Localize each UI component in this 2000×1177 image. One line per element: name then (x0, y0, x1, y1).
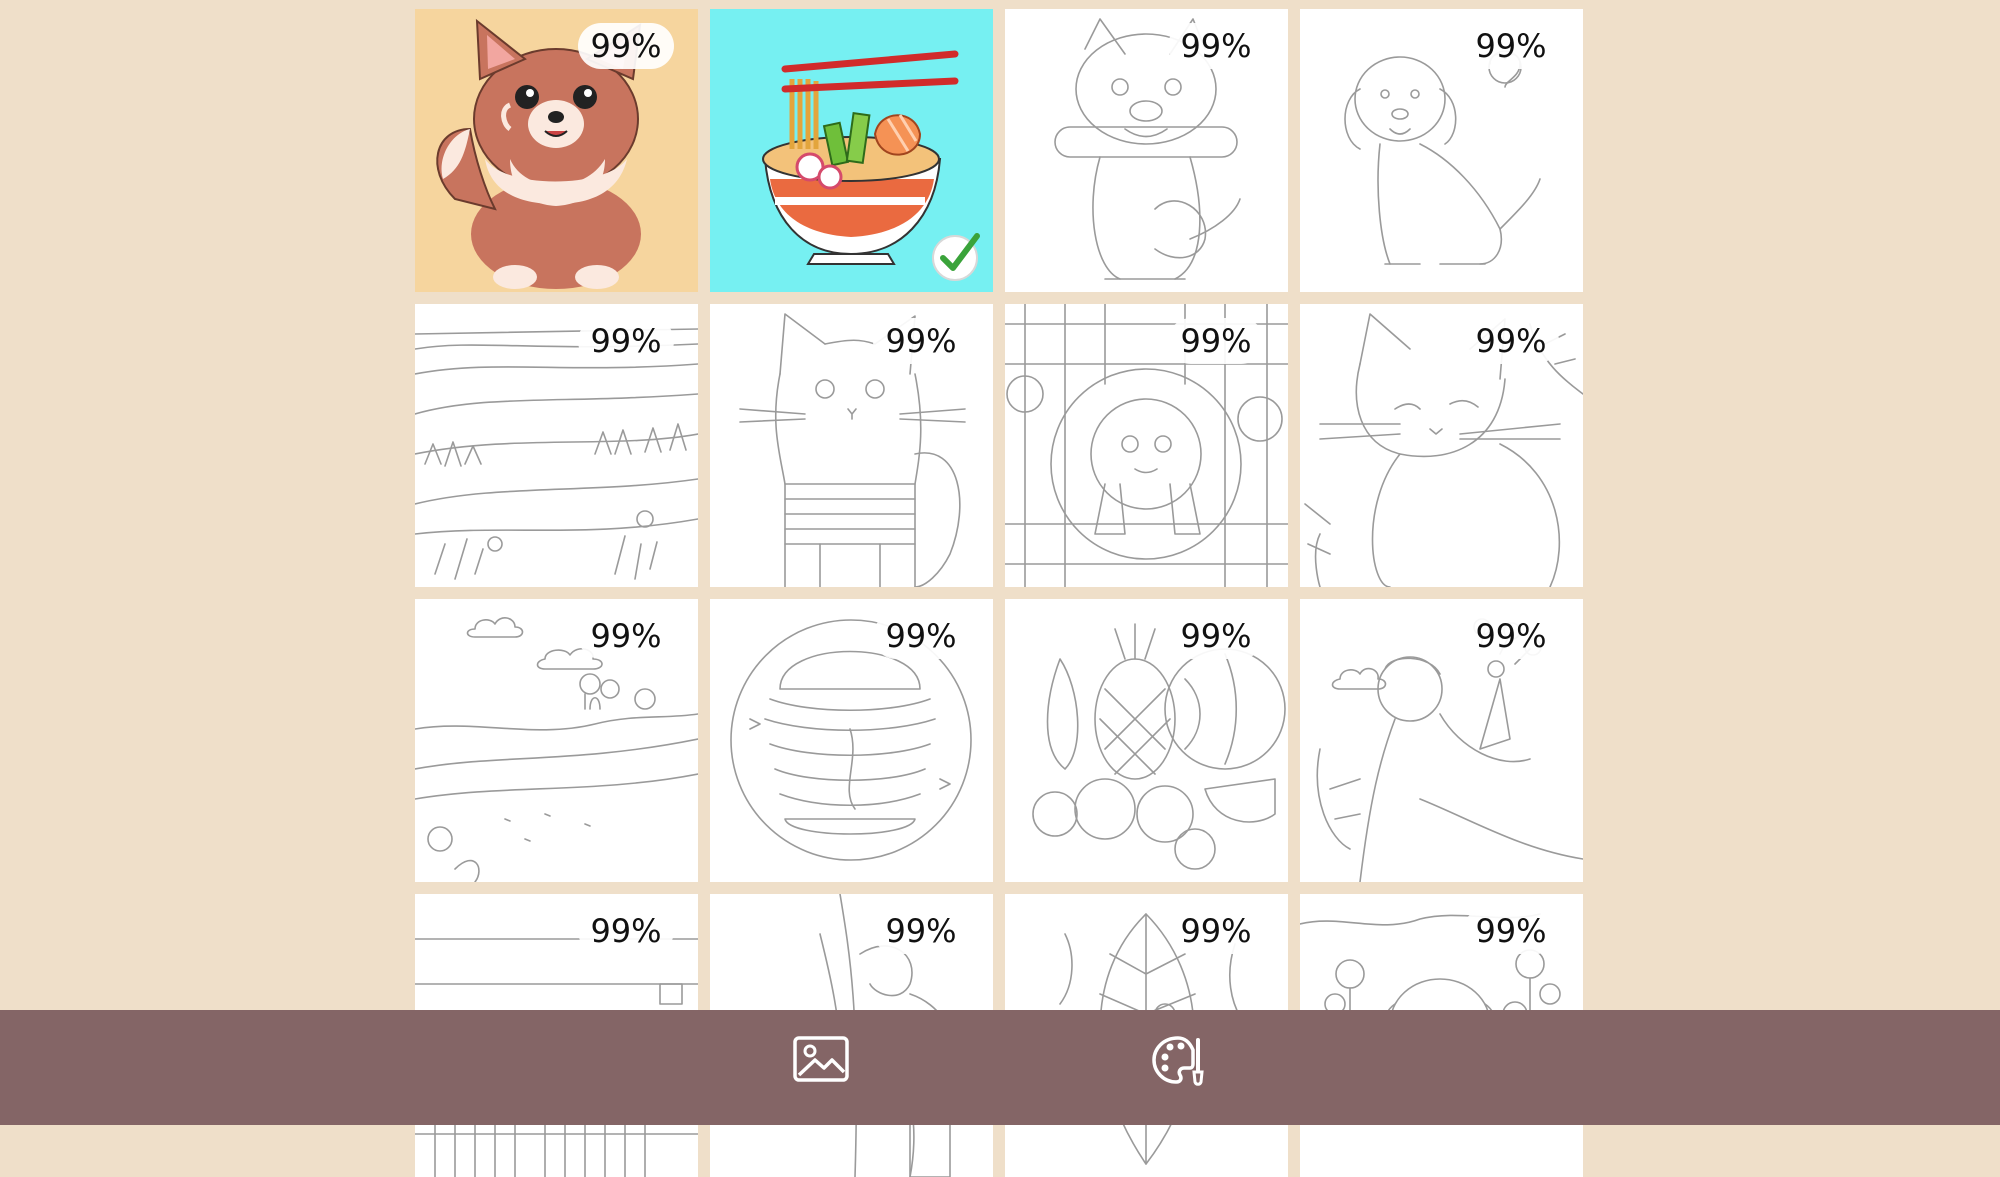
progress-badge: 99% (578, 908, 674, 954)
artwork-card-puppy[interactable]: 99% (1300, 9, 1583, 292)
artwork-card-field-clouds[interactable]: 99% (415, 599, 698, 882)
gallery-nav-button[interactable] (791, 1030, 851, 1090)
bottom-nav-bar (0, 1010, 2000, 1125)
artwork-card-bulldog[interactable]: 99% (1005, 9, 1288, 292)
progress-badge: 99% (1463, 318, 1559, 364)
progress-badge: 99% (873, 613, 969, 659)
progress-badge: 99% (873, 908, 969, 954)
progress-badge: 99% (1463, 23, 1559, 69)
progress-badge: 99% (1168, 613, 1264, 659)
artwork-card-cat-leaves[interactable]: 99% (1300, 304, 1583, 587)
artwork-card-ramen[interactable] (710, 9, 993, 292)
artwork-grid: 99% 99% 99% 99% 99% 99% 99% 99% 99% 99% … (415, 9, 1583, 1177)
progress-badge: 99% (578, 318, 674, 364)
progress-badge: 99% (578, 23, 674, 69)
artwork-card-fruits[interactable]: 99% (1005, 599, 1288, 882)
artwork-card-striped-cat[interactable]: 99% (710, 304, 993, 587)
progress-badge: 99% (578, 613, 674, 659)
progress-badge: 99% (1168, 318, 1264, 364)
palette-nav-button[interactable] (1148, 1030, 1208, 1090)
completed-check-icon (932, 233, 980, 281)
palette-brush-icon (1152, 1036, 1204, 1086)
progress-badge: 99% (873, 318, 969, 364)
progress-badge: 99% (1168, 908, 1264, 954)
artwork-card-corgi[interactable]: 99% (415, 9, 698, 292)
progress-badge: 99% (1463, 613, 1559, 659)
artwork-card-burger[interactable]: 99% (710, 599, 993, 882)
artwork-card-poodle-window[interactable]: 99% (1005, 304, 1288, 587)
artwork-card-flowers-woman[interactable]: 99% (1300, 599, 1583, 882)
artwork-card-landscape-hills[interactable]: 99% (415, 304, 698, 587)
progress-badge: 99% (1168, 23, 1264, 69)
progress-badge: 99% (1463, 908, 1559, 954)
image-icon (793, 1036, 849, 1082)
